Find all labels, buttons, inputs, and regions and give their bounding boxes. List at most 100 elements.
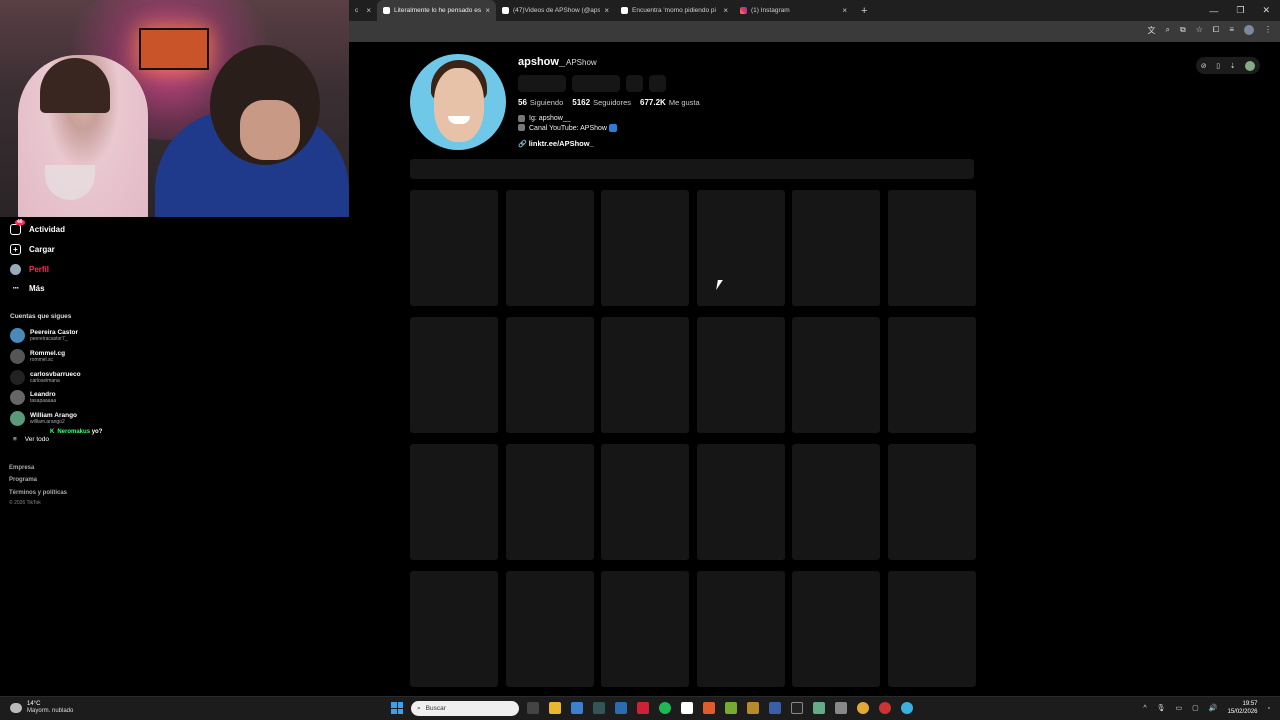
message-button-placeholder[interactable] <box>572 75 620 92</box>
close-tab-icon[interactable]: × <box>485 6 490 15</box>
nav-profile[interactable]: Perfil <box>10 264 49 275</box>
followed-account[interactable]: Peereira Castor peereiracastor7_ <box>10 328 78 343</box>
chevron-up-icon[interactable]: ^ <box>1143 705 1146 712</box>
video-thumbnail-placeholder[interactable] <box>505 571 594 687</box>
browser-tab[interactable]: (1) Instagram × <box>734 0 853 21</box>
weather-widget[interactable]: 14°C Mayorm. nublado <box>10 701 73 714</box>
device-icon[interactable]: ▯ <box>1216 62 1220 70</box>
clock[interactable]: 19:57 15/02/2026 <box>1227 700 1257 716</box>
steam-icon[interactable] <box>791 702 803 714</box>
app-icon[interactable] <box>637 702 649 714</box>
browser-tab[interactable]: Encuentra 'momo pidiendo pi × <box>615 0 734 21</box>
media-icon[interactable]: ≡ <box>1229 25 1234 36</box>
user-avatar[interactable] <box>1245 60 1256 71</box>
video-thumbnail-placeholder[interactable] <box>887 444 976 560</box>
translate-icon[interactable]: 文 <box>1148 25 1156 36</box>
zoom-icon[interactable]: ⌕ <box>1166 25 1170 36</box>
footer-link-program[interactable]: Programa <box>9 474 67 486</box>
more-button-placeholder[interactable] <box>649 75 666 92</box>
video-thumbnail-placeholder[interactable] <box>410 190 498 306</box>
brave-icon[interactable] <box>703 702 715 714</box>
follow-button-placeholder[interactable] <box>518 75 566 92</box>
suggest-button-placeholder[interactable] <box>626 75 643 92</box>
video-thumbnail-placeholder[interactable] <box>410 317 498 433</box>
video-thumbnail-placeholder[interactable] <box>792 317 880 433</box>
video-thumbnail-placeholder[interactable] <box>505 444 594 560</box>
bookmark-star-icon[interactable]: ☆ <box>1196 25 1203 36</box>
restore-icon[interactable]: ❐ <box>1236 5 1244 16</box>
app-icon[interactable] <box>835 702 847 714</box>
app-icon[interactable] <box>747 702 759 714</box>
video-thumbnail-placeholder[interactable] <box>792 190 880 306</box>
close-tab-icon[interactable]: × <box>604 6 609 15</box>
video-thumbnail-placeholder[interactable] <box>505 190 594 306</box>
video-thumbnail-placeholder[interactable] <box>887 190 976 306</box>
new-tab-button[interactable]: + <box>853 5 875 17</box>
video-thumbnail-placeholder[interactable] <box>505 317 594 433</box>
app-icon[interactable] <box>593 702 605 714</box>
video-thumbnail-placeholder[interactable] <box>696 317 785 433</box>
send-icon[interactable]: ⊘ <box>1201 62 1207 70</box>
video-thumbnail-placeholder[interactable] <box>410 571 498 687</box>
close-tab-icon[interactable]: × <box>842 6 847 15</box>
display-icon[interactable]: ▭ <box>1176 704 1183 712</box>
tab-label: c <box>355 7 359 14</box>
video-thumbnail-placeholder[interactable] <box>601 571 689 687</box>
notification-icon[interactable]: ▫ <box>1268 705 1270 712</box>
chrome-active-icon[interactable] <box>901 702 913 714</box>
calculator-icon[interactable] <box>615 702 627 714</box>
see-all-link[interactable]: ≡ Ver todo <box>13 436 49 443</box>
video-thumbnail-placeholder[interactable] <box>696 571 785 687</box>
video-thumbnail-placeholder[interactable] <box>887 571 976 687</box>
video-thumbnail-placeholder[interactable] <box>792 444 880 560</box>
followed-account[interactable]: Leandro tasapaaaaa <box>10 390 56 405</box>
nav-activity[interactable]: 46 Actividad <box>10 220 65 235</box>
browser-profile-avatar[interactable] <box>1244 25 1254 35</box>
network-icon[interactable]: ▢ <box>1192 704 1199 712</box>
close-tab-icon[interactable]: × <box>723 6 728 15</box>
footer-link-terms[interactable]: Términos y políticas <box>9 487 67 499</box>
following-stat[interactable]: 56 Siguiendo <box>518 98 563 107</box>
account-names: Leandro tasapaaaaa <box>30 391 56 404</box>
menu-icon[interactable]: ⋮ <box>1264 25 1272 36</box>
extensions-icon[interactable]: ⧠ <box>1213 25 1219 36</box>
video-thumbnail-placeholder[interactable] <box>887 317 976 433</box>
video-thumbnail-placeholder[interactable] <box>601 317 689 433</box>
close-window-icon[interactable]: ✕ <box>1262 5 1270 16</box>
browser-tab[interactable]: (47)Videos de APShow (@apsh × <box>496 0 615 21</box>
footer-link-company[interactable]: Empresa <box>9 462 67 474</box>
browser-tab-active[interactable]: Literalmente lo he pensado est × <box>377 0 496 21</box>
notepad-icon[interactable] <box>681 702 693 714</box>
photos-icon[interactable] <box>571 702 583 714</box>
followers-stat[interactable]: 5162 Seguidores <box>572 98 631 107</box>
video-thumbnail-placeholder[interactable] <box>601 444 689 560</box>
video-thumbnail-placeholder[interactable] <box>696 190 785 306</box>
video-thumbnail-placeholder[interactable] <box>410 444 498 560</box>
task-view-icon[interactable] <box>527 702 539 714</box>
browser-tab[interactable]: c × <box>349 0 377 21</box>
app-icon[interactable] <box>813 702 825 714</box>
followed-account[interactable]: William Arango william.arango2 <box>10 411 77 426</box>
profile-link[interactable]: 🔗 linktr.ee/APShow_ <box>518 139 594 148</box>
app-icon[interactable] <box>769 702 781 714</box>
microphone-icon[interactable]: 🎙 <box>1157 704 1166 712</box>
volume-icon[interactable]: 🔊 <box>1209 704 1218 712</box>
minimize-icon[interactable]: — <box>1209 6 1218 16</box>
nav-more[interactable]: ··· Más <box>10 283 45 294</box>
app-icon[interactable] <box>725 702 737 714</box>
chrome-icon[interactable] <box>857 702 869 714</box>
video-thumbnail-placeholder[interactable] <box>792 571 880 687</box>
install-icon[interactable]: ⧉ <box>1180 25 1186 36</box>
nav-upload[interactable]: + Cargar <box>10 244 55 255</box>
close-tab-icon[interactable]: × <box>366 6 371 15</box>
windows-start-icon[interactable] <box>391 702 403 714</box>
video-thumbnail-placeholder[interactable] <box>601 190 689 306</box>
followed-account[interactable]: carlosvbarrueco carloselmana <box>10 370 81 385</box>
app-icon[interactable] <box>879 702 891 714</box>
video-thumbnail-placeholder[interactable] <box>696 444 785 560</box>
download-icon[interactable]: ⇣ <box>1230 62 1236 70</box>
file-explorer-icon[interactable] <box>549 702 561 714</box>
followed-account[interactable]: Rommel.cg rommel.sc <box>10 349 65 364</box>
taskbar-search[interactable]: ⌕ Buscar <box>411 701 519 716</box>
spotify-icon[interactable] <box>659 702 671 714</box>
